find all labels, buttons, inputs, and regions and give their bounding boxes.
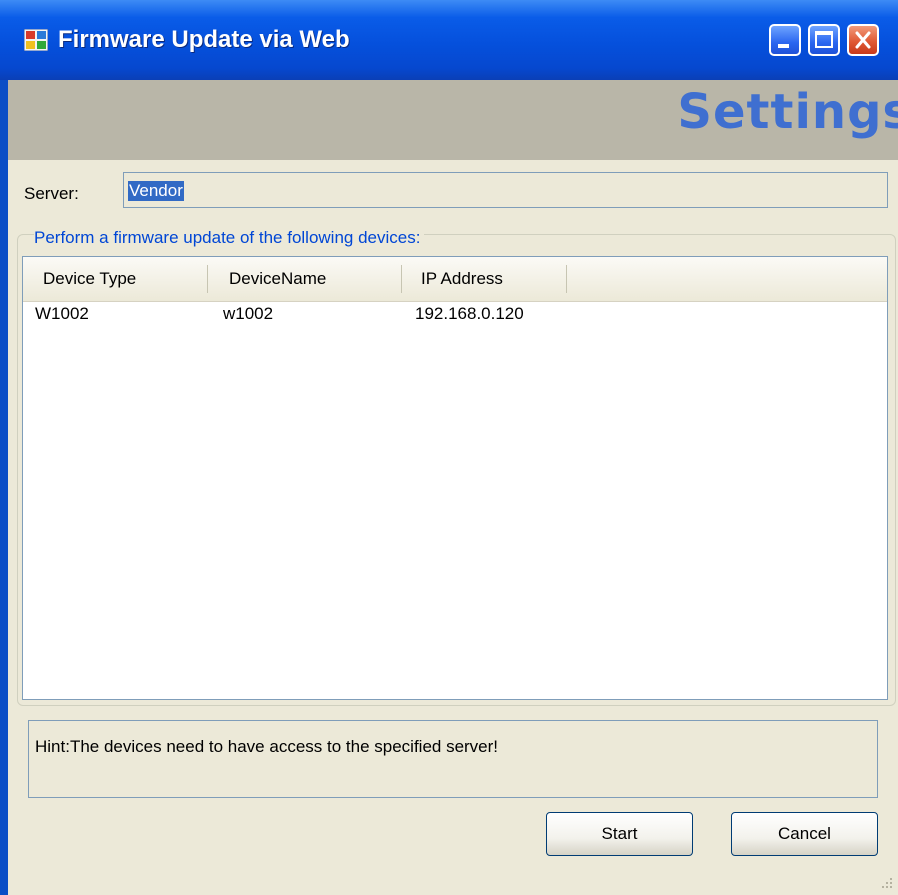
server-input[interactable]: Vendor (123, 172, 888, 208)
header-title: Settings (677, 84, 898, 140)
server-input-value: Vendor (128, 181, 184, 201)
column-header-ip-address[interactable]: IP Address (421, 257, 503, 299)
resize-grip-icon[interactable] (876, 876, 894, 892)
cell-device-name: w1002 (223, 304, 274, 323)
start-button[interactable]: Start (546, 812, 693, 856)
cancel-button[interactable]: Cancel (731, 812, 878, 856)
cell-ip-address: 192.168.0.120 (415, 304, 524, 323)
header-banner: Settings (8, 80, 898, 160)
maximize-icon (815, 31, 833, 48)
close-icon (855, 31, 871, 49)
hint-box: Hint:The devices need to have access to … (28, 720, 878, 798)
cell-device-type: W1002 (35, 304, 89, 323)
app-window-icon (24, 29, 48, 51)
column-separator[interactable] (401, 265, 402, 293)
column-separator[interactable] (207, 265, 208, 293)
column-header-device-name[interactable]: DeviceName (229, 257, 326, 299)
close-button[interactable] (847, 24, 879, 56)
window-title: Firmware Update via Web (58, 26, 350, 53)
server-label: Server: (24, 184, 79, 203)
minimize-icon (778, 44, 789, 48)
column-separator[interactable] (566, 265, 567, 293)
column-header-device-type[interactable]: Device Type (43, 257, 136, 299)
minimize-button[interactable] (769, 24, 801, 56)
title-bar[interactable]: Firmware Update via Web (0, 0, 898, 80)
devices-group-caption: Perform a firmware update of the followi… (34, 228, 425, 248)
hint-text: Hint:The devices need to have access to … (35, 737, 499, 756)
devices-list[interactable]: Device Type DeviceName IP Address W1002 … (22, 256, 888, 700)
devices-list-header: Device Type DeviceName IP Address (23, 257, 887, 302)
firmware-update-window: Firmware Update via Web Settings Server:… (0, 0, 898, 895)
table-row[interactable]: W1002 w1002 192.168.0.120 (23, 301, 887, 333)
maximize-button[interactable] (808, 24, 840, 56)
